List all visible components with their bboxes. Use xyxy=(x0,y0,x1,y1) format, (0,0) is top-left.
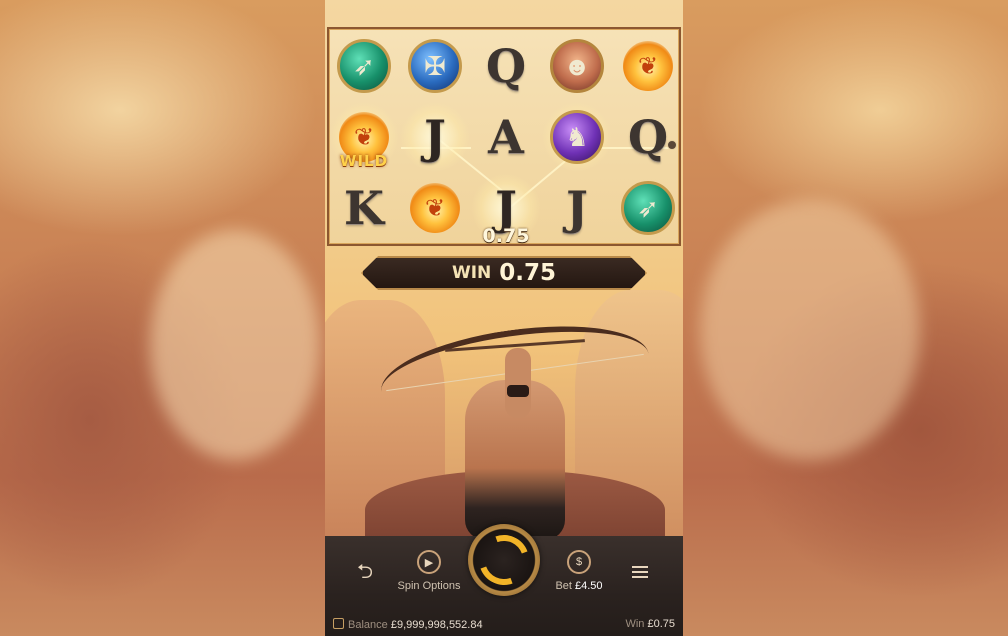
symbol-cell: ☻ xyxy=(546,35,608,97)
bet-display: Bet £4.50 xyxy=(555,580,602,592)
bet-button[interactable]: $ Bet £4.50 xyxy=(553,550,605,592)
bet-label: Bet xyxy=(555,580,572,592)
win-banner-amount: 0.75 xyxy=(499,260,557,286)
coin-icon: $ xyxy=(567,550,591,574)
symbol-cell: ➶ xyxy=(617,177,679,239)
win-value: £0.75 xyxy=(647,618,675,630)
symbol-cell: A xyxy=(475,106,537,168)
arrows-icon: ➶ xyxy=(621,181,675,235)
status-bar: Balance £9,999,998,552.84 Win £0.75 xyxy=(325,614,683,636)
symbol-letter: J xyxy=(424,110,446,164)
warrior-icon: ☻ xyxy=(550,39,604,93)
symbol-cell: ✠ xyxy=(404,35,466,97)
back-arrow-icon: ⮌ xyxy=(357,561,374,583)
crossbow-icon: ✠ xyxy=(408,39,462,93)
back-button[interactable]: ⮌ xyxy=(357,562,373,582)
archer-wristband xyxy=(507,385,529,397)
spin-icon xyxy=(470,526,538,594)
win-label: Win xyxy=(625,618,645,630)
spin-options-button[interactable]: ▶ Spin Options xyxy=(397,550,461,592)
symbol-letter: Q xyxy=(485,39,527,93)
symbol-cell: ❦ xyxy=(617,35,679,97)
symbol-cell: K xyxy=(333,177,395,239)
game-viewport: ➶ ✠ Q ☻ ❦ ❦ WILD J A ♞ Q K ❦ J J ➶ 0.75 … xyxy=(325,0,683,636)
win-banner: WIN 0.75 xyxy=(361,256,647,290)
symbol-cell: Q xyxy=(475,35,537,97)
balance-display: Balance £9,999,998,552.84 xyxy=(333,618,483,631)
symbol-cell: ➶ xyxy=(333,35,395,97)
archer-arm xyxy=(505,348,531,418)
phoenix-icon: ❦ xyxy=(410,183,460,233)
wild-label: WILD xyxy=(339,152,389,170)
win-banner-label: WIN xyxy=(451,263,492,283)
spin-button[interactable] xyxy=(468,524,540,596)
cell-win-amount: 0.75 xyxy=(482,225,530,247)
symbol-letter: J xyxy=(566,181,588,235)
phoenix-icon: ❦ xyxy=(623,41,673,91)
bet-value: £4.50 xyxy=(575,580,603,592)
menu-button[interactable] xyxy=(632,563,648,581)
badge-icon xyxy=(667,140,677,150)
symbol-cell: J xyxy=(400,102,470,172)
balance-value: £9,999,998,552.84 xyxy=(390,619,483,631)
symbol-cell: Q xyxy=(617,106,679,168)
symbol-cell: J xyxy=(546,177,608,239)
win-display: Win £0.75 xyxy=(625,618,675,630)
arrows-icon: ➶ xyxy=(337,39,391,93)
reel-grid: ➶ ✠ Q ☻ ❦ ❦ WILD J A ♞ Q K ❦ J J ➶ 0.75 xyxy=(327,27,681,247)
symbol-letter: Q xyxy=(627,110,669,164)
wallet-icon xyxy=(333,618,344,629)
symbol-cell: ❦ xyxy=(404,177,466,239)
balance-label: Balance xyxy=(348,619,388,631)
hamburger-icon xyxy=(632,563,648,581)
symbol-cell: ♞ xyxy=(542,102,612,172)
spin-options-label: Spin Options xyxy=(397,580,461,592)
symbol-letter: K xyxy=(344,181,384,235)
symbol-cell-wild: ❦ WILD xyxy=(329,102,399,172)
panther-icon: ♞ xyxy=(550,110,604,164)
play-icon: ▶ xyxy=(417,550,441,574)
symbol-letter: A xyxy=(488,110,524,164)
